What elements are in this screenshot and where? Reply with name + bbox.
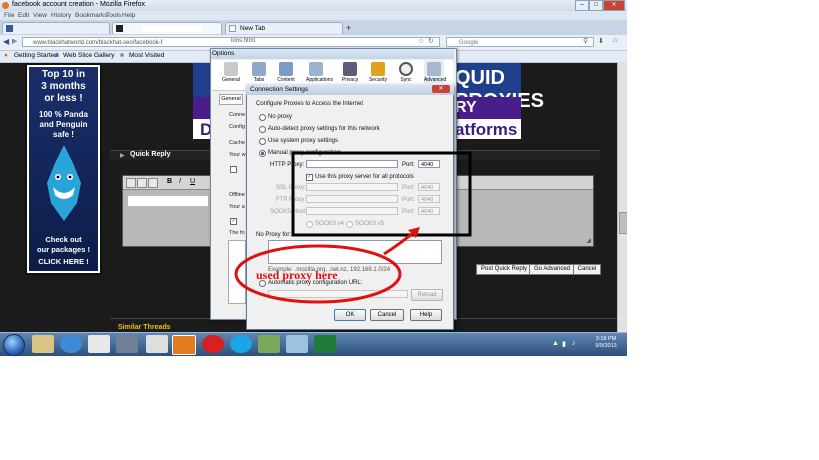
highlight-box [291, 151, 472, 237]
annotation-overlay [234, 151, 472, 304]
annotation-text: used proxy here [256, 268, 338, 282]
